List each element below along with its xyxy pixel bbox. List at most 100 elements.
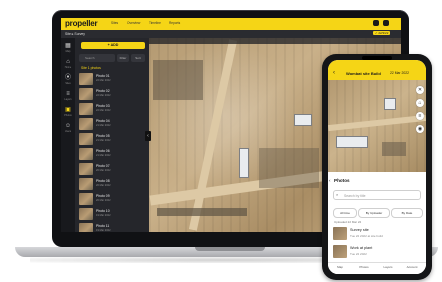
item-title: Photo 08 [96,179,110,183]
date-select[interactable]: ✓ 22/3/22 [373,31,391,35]
rail-label: Sites [65,82,71,85]
camera-icon[interactable]: ◉ [416,125,424,133]
collapse-panel-icon[interactable]: ‹ [145,131,151,141]
item-title: Photo 04 [96,119,110,123]
photo-thumbnail [79,148,93,160]
item-title: Photo 11 [96,224,110,228]
phone-site-title[interactable]: Wombat site Build [346,71,381,76]
list-item[interactable]: Photo 08 20 Mar 2022 [79,177,145,192]
photo-thumbnail [333,245,347,258]
list-item[interactable]: Survey site Tue 22 2022 at site build [333,226,421,242]
map-terrain [259,148,319,188]
tab-account[interactable]: Account [400,265,424,269]
breadcrumb[interactable]: Site ▸ Survey [65,32,85,36]
tab-photos[interactable]: Photos [352,265,376,269]
list-item[interactable]: Photo 06 21 Mar 2022 [79,147,145,162]
map-building [239,148,249,178]
home-icon[interactable]: ⌂ [416,99,424,107]
home-icon[interactable]: ⌂ [64,58,72,66]
rail-label: Home [64,66,72,69]
photo-thumbnail [79,178,93,190]
item-title: Photo 09 [96,194,110,198]
brand-logo[interactable]: propeller [65,19,98,28]
layers-icon[interactable]: ≡ [416,112,424,120]
item-title: Photo 07 [96,164,110,168]
photo-thumbnail [79,73,93,85]
photo-thumbnail [333,227,347,240]
rail-label: Photos [64,114,72,117]
item-subtitle: 20 Mar 2022 [96,184,111,187]
item-subtitle: 22 Mar 2022 [96,79,111,82]
item-subtitle: 21 Mar 2022 [96,124,111,127]
map-building [384,98,396,110]
item-subtitle: 22 Mar 2022 [96,109,111,112]
filter-chip[interactable]: By Uploader [358,208,390,218]
list-item[interactable]: Photo 10 19 Mar 2022 [79,207,145,222]
phone-date[interactable]: 22 Mar 2022 [390,71,409,75]
list-item[interactable]: Photo 04 21 Mar 2022 [79,117,145,132]
item-title: Photo 02 [96,89,110,93]
sort-button[interactable]: Sort [131,54,145,62]
photo-thumbnail [79,118,93,130]
map-building [336,136,368,148]
list-item[interactable]: Photo 11 19 Mar 2022 [79,222,145,232]
filter-chip[interactable]: By Date [391,208,423,218]
list-item[interactable]: Photo 05 21 Mar 2022 [79,132,145,147]
users-icon[interactable]: ☺ [64,122,72,130]
map-terrain [153,60,203,100]
item-subtitle: 21 Mar 2022 [96,154,111,157]
list-header: Site 1 photos [81,66,101,70]
layers-icon[interactable]: ≡ [64,90,72,98]
photo-thumbnail [79,88,93,100]
back-icon[interactable]: ‹ [333,70,335,76]
nav-reports[interactable]: Reports [169,21,180,25]
map-pin-icon[interactable]: ⦿ [64,74,72,82]
map-terrain [157,208,247,216]
bell-icon[interactable] [373,20,379,26]
nav-timeline[interactable]: Timeline [149,21,161,25]
item-subtitle: Tue 22 2022 at site build [350,234,383,238]
tab-layers[interactable]: Layers [376,265,400,269]
photo-icon[interactable]: ▣ [64,106,72,114]
laptop-notch [195,247,265,251]
filter-chip[interactable]: All time [333,208,357,218]
profile-icon[interactable] [383,20,389,26]
tab-map[interactable]: Map [328,265,352,269]
search-icon: ⌕ [336,192,339,197]
filter-button[interactable]: Filter [117,54,129,62]
item-title: Photo 01 [96,74,110,78]
chevron-left-icon[interactable]: ‹ [329,178,331,183]
item-title: Photo 10 [96,209,110,213]
item-subtitle: 20 Mar 2022 [96,169,111,172]
list-item[interactable]: Photo 02 22 Mar 2022 [79,87,145,102]
list-item[interactable]: Photo 07 20 Mar 2022 [79,162,145,177]
panel-search-input[interactable]: Search [79,54,115,62]
photo-thumbnail [79,223,93,232]
phone-map[interactable] [328,80,426,172]
list-item[interactable]: Photo 09 20 Mar 2022 [79,192,145,207]
app-subbar [61,30,401,38]
phone-header [328,60,426,80]
list-item[interactable]: Work at plant Tue 22 2022 [333,244,421,260]
rail-label: Users [64,130,72,133]
item-title: Survey site [350,228,369,232]
phone-speaker [362,56,392,60]
add-button[interactable]: + ADD [81,42,145,49]
rail-label: Layers [64,98,72,101]
item-title: Photo 05 [96,134,110,138]
photo-thumbnail [79,193,93,205]
list-item[interactable]: Photo 03 22 Mar 2022 [79,102,145,117]
photo-thumbnail [79,133,93,145]
item-subtitle: Tue 22 2022 [350,252,367,256]
phone-screen: ‹ Wombat site Build 22 Mar 2022 ✕ ⌂ ≡ ◉ … [328,60,426,274]
list-item[interactable]: Photo 01 22 Mar 2022 [79,72,145,87]
nav-overview[interactable]: Overview [127,21,140,25]
map-road [328,114,426,132]
grid-icon[interactable]: ▦ [64,42,72,50]
close-icon[interactable]: ✕ [416,86,424,94]
photo-thumbnail [79,208,93,220]
sheet-title: Photos [334,178,350,183]
phone-search-input[interactable]: Search by title [333,190,421,200]
nav-sites[interactable]: Sites [111,21,118,25]
item-subtitle: 20 Mar 2022 [96,199,111,202]
